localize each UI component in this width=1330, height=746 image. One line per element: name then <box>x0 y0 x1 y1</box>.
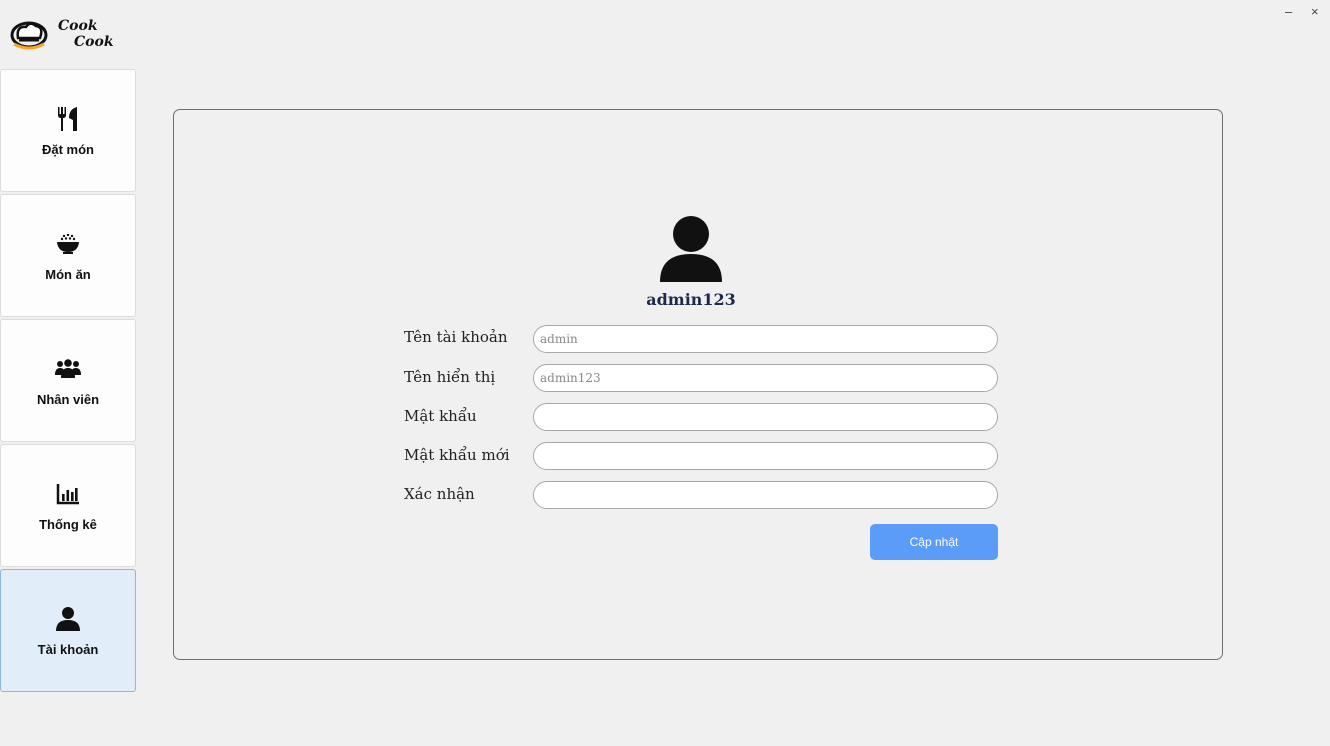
update-button[interactable]: Cập nhật <box>870 524 998 560</box>
user-avatar-icon <box>660 216 722 282</box>
utensils-icon <box>58 107 77 131</box>
confirm-password-field[interactable] <box>533 481 998 509</box>
app-logo: Cook Cook <box>10 14 130 58</box>
display-name-label: Tên hiển thị <box>404 368 496 386</box>
username-field[interactable] <box>533 325 998 353</box>
sidebar-item-label: Đặt món <box>42 142 94 157</box>
sidebar-item-mon-an[interactable]: Món ăn <box>0 194 136 317</box>
sidebar-item-label: Nhân viên <box>36 392 100 407</box>
logo-text-line2: Cook <box>74 34 114 50</box>
logo-text-line1: Cook <box>58 18 98 34</box>
sidebar-item-label: Thống kê <box>39 517 97 532</box>
confirm-password-label: Xác nhận <box>404 485 475 503</box>
user-icon <box>56 607 80 631</box>
sidebar-item-label: Món ăn <box>45 267 91 282</box>
password-label: Mật khẩu <box>404 407 477 425</box>
sidebar-item-tai-khoan[interactable]: Tài khoản <box>0 569 136 692</box>
close-button[interactable]: × <box>1311 4 1319 19</box>
food-bowl-icon <box>57 233 79 254</box>
new-password-field[interactable] <box>533 442 998 470</box>
bar-chart-icon <box>56 484 79 505</box>
sidebar-item-nhan-vien[interactable]: Nhân viên <box>0 319 136 442</box>
account-username: admin123 <box>646 290 736 309</box>
minimize-button[interactable]: – <box>1285 4 1292 19</box>
username-label: Tên tài khoản <box>404 328 508 346</box>
sidebar-item-thong-ke[interactable]: Thống kê <box>0 444 136 567</box>
display-name-field[interactable] <box>533 364 998 392</box>
password-field[interactable] <box>533 403 998 431</box>
chef-hat-icon <box>10 21 48 50</box>
sidebar-item-dat-mon[interactable]: Đặt món <box>0 69 136 192</box>
sidebar-item-label: Tài khoản <box>37 642 99 657</box>
new-password-label: Mật khẩu mới <box>404 446 510 464</box>
users-icon <box>55 359 81 378</box>
